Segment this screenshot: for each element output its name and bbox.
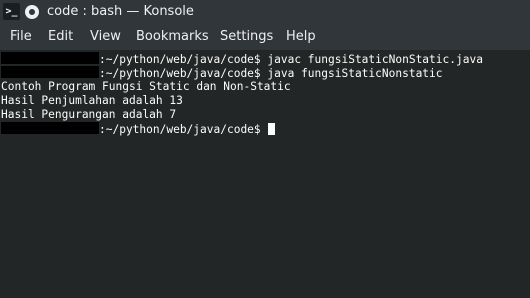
redacted-username — [1, 122, 99, 134]
terminal-line-1: :~/python/web/java/code$ javac fungsiSta… — [1, 52, 483, 66]
prompt-text: :~/python/web/java/code$ — [99, 53, 268, 66]
konsole-app-icon[interactable]: >_ — [3, 3, 20, 20]
prompt-text: :~/python/web/java/code$ — [99, 123, 268, 136]
terminal-line-2: :~/python/web/java/code$ java fungsiStat… — [1, 66, 443, 80]
redacted-username — [1, 66, 99, 78]
menu-bar: File Edit View Bookmarks Settings Help — [0, 24, 530, 50]
close-window-icon[interactable] — [25, 5, 39, 19]
redacted-username — [1, 52, 99, 64]
command-text: java fungsiStaticNonstatic — [267, 67, 443, 80]
terminal-output-line: Contoh Program Fungsi Static dan Non-Sta… — [1, 80, 291, 93]
terminal-output-line: Hasil Pengurangan adalah 7 — [1, 108, 177, 121]
window-title: code : bash — Konsole — [47, 4, 194, 19]
menu-help[interactable]: Help — [286, 29, 316, 45]
prompt-text: :~/python/web/java/code$ — [99, 67, 268, 80]
terminal-output-line: Hasil Penjumlahan adalah 13 — [1, 94, 183, 107]
text-cursor — [268, 123, 276, 135]
menu-bookmarks[interactable]: Bookmarks — [136, 29, 209, 45]
command-text: javac fungsiStaticNonStatic.java — [267, 53, 483, 66]
menu-edit[interactable]: Edit — [48, 29, 73, 45]
menu-settings[interactable]: Settings — [220, 29, 273, 45]
terminal-line-prompt: :~/python/web/java/code$ — [1, 122, 276, 136]
terminal-area[interactable]: :~/python/web/java/code$ javac fungsiSta… — [0, 50, 530, 298]
menu-view[interactable]: View — [90, 29, 121, 45]
menu-file[interactable]: File — [10, 29, 32, 45]
title-bar[interactable]: >_ code : bash — Konsole — [0, 0, 530, 24]
